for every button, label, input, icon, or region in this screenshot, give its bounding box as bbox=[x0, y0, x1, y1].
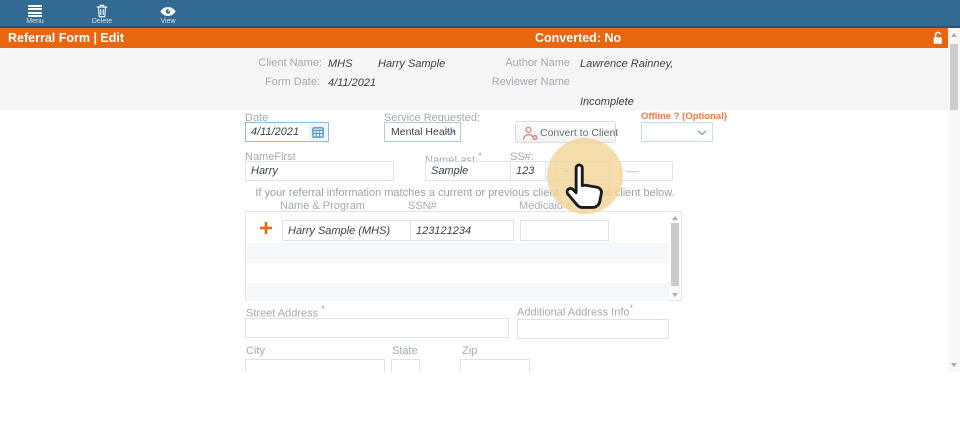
page-scrollbar-thumb[interactable] bbox=[950, 44, 958, 110]
required-asterisk: * bbox=[630, 303, 634, 313]
unlock-icon[interactable] bbox=[932, 31, 944, 45]
convert-to-client-label: Convert to Client bbox=[540, 127, 618, 139]
required-asterisk: * bbox=[478, 151, 482, 161]
table-row[interactable] bbox=[247, 283, 669, 301]
eye-icon bbox=[160, 6, 177, 17]
table-scrollbar-thumb[interactable] bbox=[671, 223, 679, 286]
converted-status: Converted: No bbox=[535, 28, 621, 48]
match-ssn-input[interactable] bbox=[410, 220, 514, 241]
delete-button[interactable]: Delete bbox=[82, 2, 122, 26]
view-button-label: View bbox=[148, 18, 188, 25]
chevron-down-icon bbox=[697, 130, 707, 136]
form-date-value: 4/11/2021 bbox=[328, 77, 376, 89]
app-window: Menu Delete View Referral Form | Edit Co… bbox=[0, 0, 960, 442]
city-label: City bbox=[246, 345, 265, 357]
city-input[interactable] bbox=[245, 359, 385, 372]
client-program-value: MHS bbox=[328, 58, 352, 70]
summary-header: Client Name: MHS Harry Sample Author Nam… bbox=[0, 48, 948, 110]
additional-address-label: Additional Address Info* bbox=[517, 303, 633, 319]
client-match-table bbox=[245, 211, 682, 301]
calendar-button[interactable] bbox=[309, 124, 327, 140]
zip-input[interactable] bbox=[460, 359, 530, 372]
service-requested-select[interactable]: Mental Health bbox=[384, 122, 461, 142]
form-date-label: Form Date: bbox=[240, 76, 320, 88]
chevron-down-icon bbox=[445, 130, 455, 136]
match-instruction-text: If your referral information matches a c… bbox=[245, 187, 685, 199]
menu-button-label: Menu bbox=[15, 18, 55, 25]
state-input[interactable] bbox=[391, 359, 420, 372]
client-name-value: Harry Sample bbox=[378, 58, 445, 70]
plus-icon[interactable] bbox=[259, 221, 273, 235]
offline-select[interactable] bbox=[641, 122, 713, 142]
date-field[interactable]: 4/11/2021 bbox=[245, 122, 329, 142]
delete-button-label: Delete bbox=[82, 18, 122, 25]
date-value: 4/11/2021 bbox=[251, 126, 299, 138]
name-last-input[interactable] bbox=[425, 161, 574, 181]
convert-to-client-button[interactable]: Convert to Client bbox=[515, 121, 616, 143]
match-medicaid-input[interactable] bbox=[520, 220, 609, 241]
zip-label: Zip bbox=[462, 345, 477, 357]
menu-button[interactable]: Menu bbox=[15, 2, 55, 26]
form-status: Incomplete bbox=[580, 96, 634, 108]
title-bar: Referral Form | Edit Converted: No bbox=[0, 28, 948, 48]
scroll-down-icon[interactable] bbox=[672, 293, 678, 297]
page-title: Referral Form | Edit bbox=[8, 28, 124, 48]
calendar-icon bbox=[312, 126, 324, 138]
reviewer-name-label: Reviewer Name bbox=[480, 76, 570, 88]
table-row[interactable] bbox=[247, 243, 669, 263]
street-address-input[interactable] bbox=[245, 318, 509, 338]
toolbar: Menu Delete View bbox=[0, 0, 960, 28]
offline-optional-label: Offline ? (Optional) bbox=[641, 111, 727, 122]
ssn-part2-input[interactable] bbox=[556, 161, 611, 181]
person-add-icon bbox=[522, 126, 539, 141]
scroll-up-icon[interactable] bbox=[672, 216, 678, 220]
ssn-part3-input[interactable] bbox=[620, 161, 673, 181]
page-scrollbar[interactable] bbox=[948, 28, 960, 372]
scroll-down-icon[interactable] bbox=[951, 363, 957, 367]
form-viewport: Client Name: MHS Harry Sample Author Nam… bbox=[0, 48, 948, 372]
hamburger-icon bbox=[28, 5, 42, 17]
view-button[interactable]: View bbox=[148, 2, 188, 26]
client-name-label: Client Name: bbox=[240, 57, 322, 69]
table-scrollbar[interactable] bbox=[670, 213, 680, 300]
trash-icon bbox=[96, 4, 109, 18]
name-first-input[interactable] bbox=[245, 161, 394, 181]
required-asterisk: * bbox=[321, 304, 325, 314]
additional-address-input[interactable] bbox=[517, 319, 669, 339]
author-name-value: Lawrence Rainney, bbox=[580, 58, 673, 70]
author-name-label: Author Name bbox=[480, 57, 570, 69]
ssn-part1-input[interactable] bbox=[510, 161, 546, 181]
scroll-up-icon[interactable] bbox=[951, 33, 957, 37]
state-label: State bbox=[392, 345, 418, 357]
